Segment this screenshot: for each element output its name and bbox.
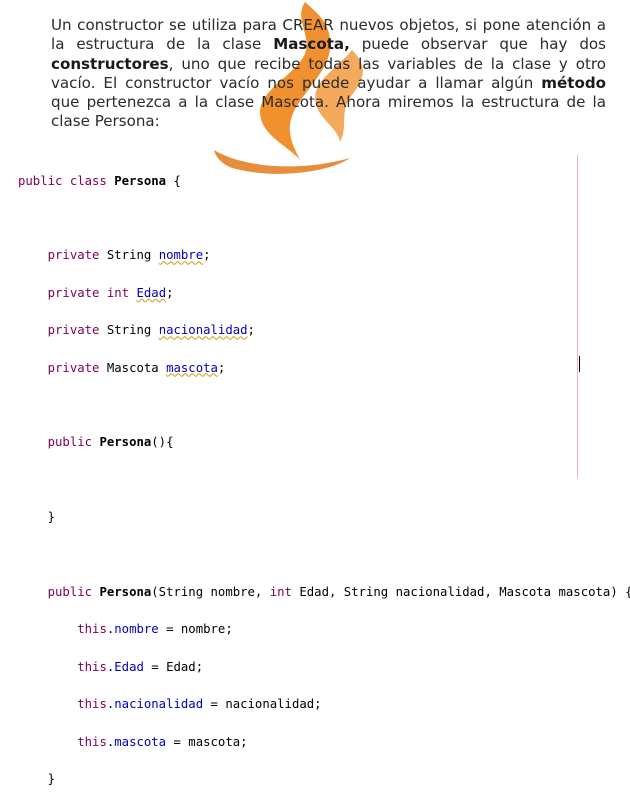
code-line-assign: this.nombre = nombre;	[77, 622, 233, 637]
code-line-field: private Mascota mascota;	[47, 360, 226, 375]
code-line-close: }	[47, 771, 56, 786]
code-line-field: private String nombre;	[47, 248, 211, 263]
code-line-field: private String nacionalidad;	[47, 323, 255, 338]
code-line-close: }	[47, 510, 56, 525]
intro-paragraph: Un constructor se utiliza para CREAR nue…	[51, 16, 606, 132]
code-block: public class Persona { private String no…	[18, 153, 630, 807]
code-line-assign: this.nacionalidad = nacionalidad;	[77, 697, 322, 712]
code-line-class-decl: public class Persona {	[18, 173, 181, 188]
code-line-assign: this.mascota = mascota;	[77, 734, 248, 749]
paragraph-text: que pertenezca a la clase Mascota. Ahora…	[51, 93, 606, 131]
code-line-assign: this.Edad = Edad;	[77, 659, 204, 674]
code-line-ctor-full: public Persona(String nombre, int Edad, …	[47, 585, 630, 599]
bold-constructores: constructores	[51, 54, 169, 73]
paragraph-text: puede observar que hay dos	[349, 35, 606, 54]
code-line-ctor-empty: public Persona(){	[47, 435, 174, 450]
bold-metodo: método	[541, 73, 606, 92]
bold-mascota: Mascota,	[273, 35, 350, 54]
code-line-field: private int Edad;	[47, 285, 174, 300]
